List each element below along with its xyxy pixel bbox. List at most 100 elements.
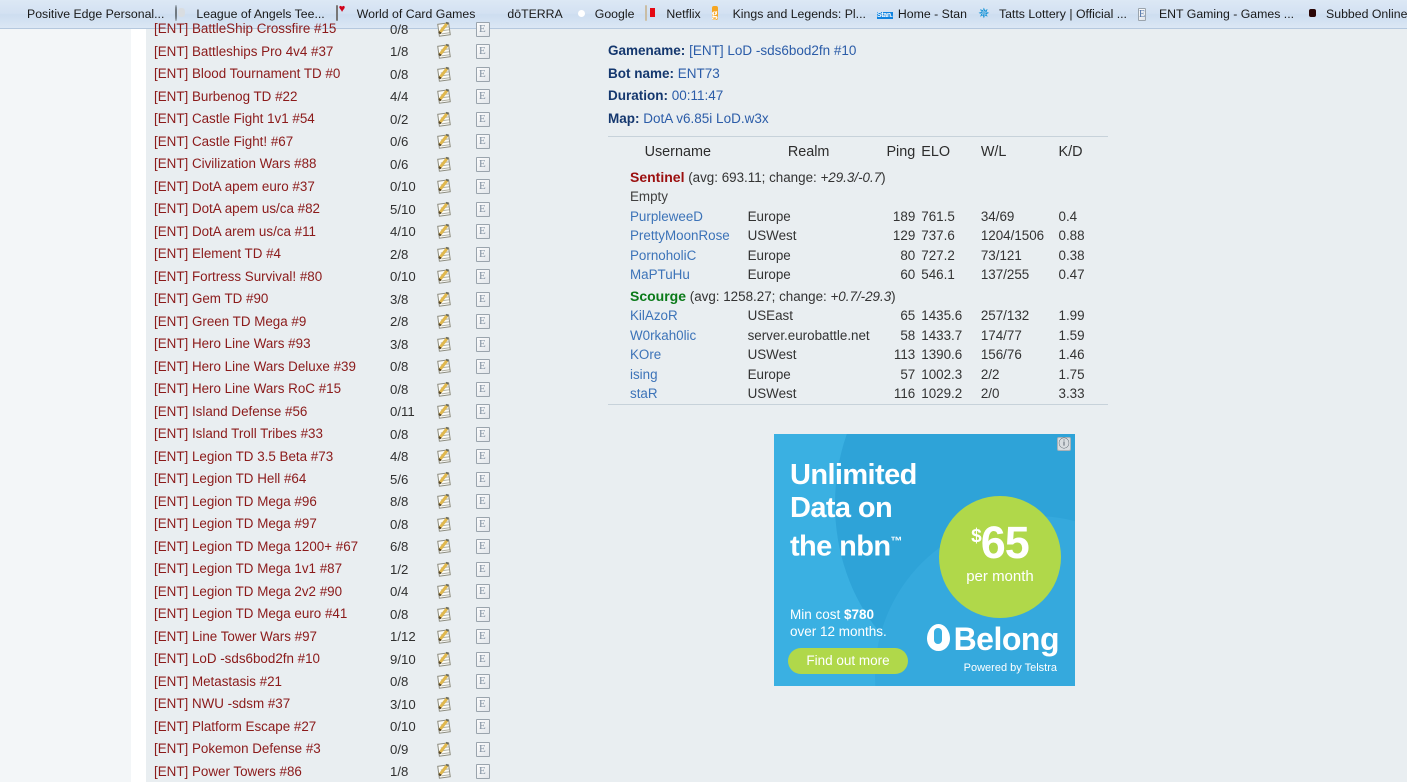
game-stats-cell[interactable] (438, 179, 476, 194)
game-list-row[interactable]: [ENT] Hero Line Wars RoC #150/8 (146, 378, 516, 401)
game-stats-cell[interactable] (438, 247, 476, 262)
game-replay-cell[interactable] (476, 292, 514, 307)
game-replay-cell[interactable] (476, 359, 514, 374)
bookmark-ent-gaming[interactable]: E ENT Gaming - Games ... (1134, 3, 1301, 25)
game-stats-cell[interactable] (438, 742, 476, 757)
game-name-link[interactable]: [ENT] Power Towers #86 (146, 761, 390, 783)
notepad-pencil-icon[interactable] (438, 224, 453, 239)
game-list-row[interactable]: [ENT] Castle Fight 1v1 #540/2 (146, 108, 516, 131)
ent-replay-icon[interactable] (476, 629, 490, 644)
notepad-pencil-icon[interactable] (438, 134, 453, 149)
game-stats-cell[interactable] (438, 112, 476, 127)
game-stats-cell[interactable] (438, 427, 476, 442)
game-list-row[interactable]: [ENT] Platform Escape #270/10 (146, 716, 516, 739)
ent-replay-icon[interactable] (476, 67, 490, 82)
game-list-row[interactable]: [ENT] Legion TD Hell #645/6 (146, 468, 516, 491)
game-stats-cell[interactable] (438, 472, 476, 487)
game-replay-cell[interactable] (476, 134, 514, 149)
notepad-pencil-icon[interactable] (438, 247, 453, 262)
notepad-pencil-icon[interactable] (438, 427, 453, 442)
game-replay-cell[interactable] (476, 629, 514, 644)
game-list-row[interactable]: [ENT] Island Troll Tribes #330/8 (146, 423, 516, 446)
game-replay-cell[interactable] (476, 337, 514, 352)
game-name-link[interactable]: [ENT] Island Defense #56 (146, 401, 390, 424)
game-name-link[interactable]: [ENT] Civilization Wars #88 (146, 153, 390, 176)
game-name-link[interactable]: [ENT] Legion TD 3.5 Beta #73 (146, 446, 390, 469)
game-list-row[interactable]: [ENT] Legion TD Mega 2v2 #900/4 (146, 581, 516, 604)
game-list-row[interactable]: [ENT] Line Tower Wars #971/12 (146, 626, 516, 649)
game-name-link[interactable]: [ENT] DotA arem us/ca #11 (146, 221, 390, 244)
game-name-link[interactable]: [ENT] Hero Line Wars RoC #15 (146, 378, 390, 401)
notepad-pencil-icon[interactable] (438, 697, 453, 712)
ent-replay-icon[interactable] (476, 584, 490, 599)
game-list-row[interactable]: [ENT] DotA apem us/ca #825/10 (146, 198, 516, 221)
ent-replay-icon[interactable] (476, 697, 490, 712)
player-username[interactable]: KOre (608, 345, 748, 365)
notepad-pencil-icon[interactable] (438, 449, 453, 464)
game-list-row[interactable]: [ENT] Legion TD Mega #970/8 (146, 513, 516, 536)
game-replay-cell[interactable] (476, 224, 514, 239)
game-list-row[interactable]: [ENT] Hero Line Wars Deluxe #390/8 (146, 356, 516, 379)
notepad-pencil-icon[interactable] (438, 764, 453, 779)
game-list-row[interactable]: [ENT] LoD -sds6bod2fn #109/10 (146, 648, 516, 671)
game-stats-cell[interactable] (438, 337, 476, 352)
game-replay-cell[interactable] (476, 89, 514, 104)
game-list-row[interactable]: [ENT] Civilization Wars #880/6 (146, 153, 516, 176)
ad-find-out-more-button[interactable]: Find out more (788, 648, 908, 674)
game-stats-cell[interactable] (438, 697, 476, 712)
game-stats-cell[interactable] (438, 607, 476, 622)
game-list-row[interactable]: [ENT] NWU -sdsm #373/10 (146, 693, 516, 716)
ad-choices-info-icon[interactable]: ⓘ (1057, 437, 1071, 451)
game-name-link[interactable]: [ENT] Burbenog TD #22 (146, 86, 390, 109)
game-stats-cell[interactable] (438, 652, 476, 667)
game-replay-cell[interactable] (476, 382, 514, 397)
game-name-link[interactable]: [ENT] Element TD #4 (146, 243, 390, 266)
game-stats-cell[interactable] (438, 629, 476, 644)
game-list-row[interactable]: [ENT] Blood Tournament TD #00/8 (146, 63, 516, 86)
game-replay-cell[interactable] (476, 449, 514, 464)
notepad-pencil-icon[interactable] (438, 314, 453, 329)
game-replay-cell[interactable] (476, 67, 514, 82)
game-stats-cell[interactable] (438, 359, 476, 374)
game-name-link[interactable]: [ENT] Battleships Pro 4v4 #37 (146, 41, 390, 64)
ent-replay-icon[interactable] (476, 652, 490, 667)
ent-replay-icon[interactable] (476, 179, 490, 194)
game-stats-cell[interactable] (438, 157, 476, 172)
ent-replay-icon[interactable] (476, 404, 490, 419)
notepad-pencil-icon[interactable] (438, 404, 453, 419)
notepad-pencil-icon[interactable] (438, 202, 453, 217)
notepad-pencil-icon[interactable] (438, 539, 453, 554)
game-name-link[interactable]: [ENT] Metastasis #21 (146, 671, 390, 694)
ent-replay-icon[interactable] (476, 134, 490, 149)
game-replay-cell[interactable] (476, 697, 514, 712)
game-replay-cell[interactable] (476, 674, 514, 689)
notepad-pencil-icon[interactable] (438, 179, 453, 194)
game-replay-cell[interactable] (476, 652, 514, 667)
notepad-pencil-icon[interactable] (438, 337, 453, 352)
ent-replay-icon[interactable] (476, 472, 490, 487)
game-name-link[interactable]: [ENT] Blood Tournament TD #0 (146, 63, 390, 86)
game-name-link[interactable]: [ENT] BattleShip Crossfire #15 (146, 18, 390, 41)
notepad-pencil-icon[interactable] (438, 674, 453, 689)
game-list-row[interactable]: [ENT] Element TD #42/8 (146, 243, 516, 266)
notepad-pencil-icon[interactable] (438, 292, 453, 307)
notepad-pencil-icon[interactable] (438, 562, 453, 577)
game-stats-cell[interactable] (438, 224, 476, 239)
game-stats-cell[interactable] (438, 382, 476, 397)
notepad-pencil-icon[interactable] (438, 112, 453, 127)
game-name-link[interactable]: [ENT] Legion TD Mega 1v1 #87 (146, 558, 390, 581)
ent-replay-icon[interactable] (476, 742, 490, 757)
game-replay-cell[interactable] (476, 562, 514, 577)
game-replay-cell[interactable] (476, 269, 514, 284)
game-replay-cell[interactable] (476, 742, 514, 757)
game-replay-cell[interactable] (476, 179, 514, 194)
game-stats-cell[interactable] (438, 517, 476, 532)
game-list-row[interactable]: [ENT] Legion TD Mega euro #410/8 (146, 603, 516, 626)
game-list-row[interactable]: [ENT] Hero Line Wars #933/8 (146, 333, 516, 356)
notepad-pencil-icon[interactable] (438, 382, 453, 397)
notepad-pencil-icon[interactable] (438, 359, 453, 374)
game-list-row[interactable]: [ENT] Power Towers #861/8 (146, 761, 516, 783)
player-username[interactable]: staR (608, 384, 748, 404)
notepad-pencil-icon[interactable] (438, 584, 453, 599)
bookmark-stan[interactable]: Stan. Home - Stan (873, 3, 974, 25)
